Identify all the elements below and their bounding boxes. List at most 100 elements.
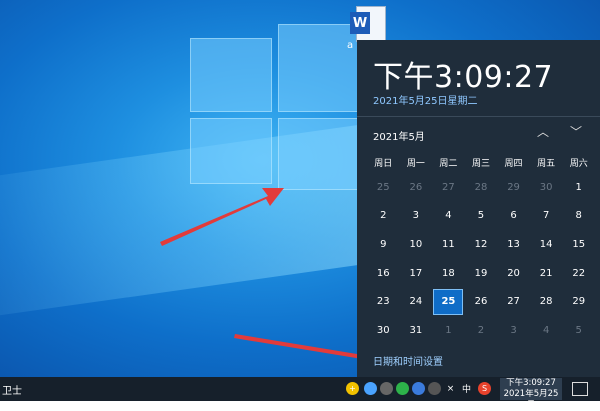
calendar-flyout: 下午3:09:27 2021年5月25日星期二 2021年5月 ︿ ﹀ 周日 周一…: [357, 40, 600, 377]
calendar-day-number: 17: [409, 267, 423, 279]
calendar-day[interactable]: 4: [530, 316, 563, 345]
calendar-day[interactable]: 27: [432, 173, 465, 202]
calendar-day-number: 22: [572, 267, 586, 279]
calendar-day[interactable]: 16: [367, 259, 400, 288]
calendar-day[interactable]: 1: [432, 316, 465, 345]
calendar-day[interactable]: 9: [367, 230, 400, 259]
taskbar-app-label[interactable]: 卫士: [2, 382, 22, 397]
calendar-day-number: 18: [442, 267, 455, 279]
calendar-day-number: 10: [409, 238, 423, 250]
taskbar-clock[interactable]: 下午3:09:27 2021年5月25日: [500, 378, 562, 410]
calendar-day[interactable]: 5: [562, 316, 595, 345]
calendar-day-number: 4: [542, 324, 550, 336]
weekday-header: 周日 周一 周二 周三 周四 周五 周六: [367, 156, 595, 169]
calendar-day[interactable]: 7: [530, 202, 563, 231]
full-date-link[interactable]: 2021年5月25日星期二: [373, 92, 478, 107]
calendar-day-number: 30: [376, 324, 390, 336]
calendar-day[interactable]: 11: [432, 230, 465, 259]
chevron-up-icon[interactable]: ︿: [535, 124, 551, 140]
calendar-day[interactable]: 28: [465, 173, 498, 202]
security-tray-icon[interactable]: +: [346, 382, 359, 395]
calendar-day[interactable]: 21: [530, 259, 563, 288]
calendar-grid: 25 26 27 28 29 30 1 2 3 4 5 6 7 8 9 10 11 12 13 14 15 16 17 18 1…: [367, 173, 595, 345]
calendar-day[interactable]: 17: [400, 259, 433, 288]
calendar-day[interactable]: 26: [465, 287, 498, 316]
calendar-day[interactable]: 19: [465, 259, 498, 288]
shield-tray-icon[interactable]: [364, 382, 377, 395]
user-tray-icon[interactable]: [380, 382, 393, 395]
calendar-day[interactable]: 12: [465, 230, 498, 259]
calendar-day-number: 28: [539, 296, 553, 308]
calendar-day[interactable]: 29: [562, 287, 595, 316]
calendar-day-number: 4: [445, 210, 452, 222]
calendar-day[interactable]: 22: [562, 259, 595, 288]
calendar-day[interactable]: 10: [400, 230, 433, 259]
calendar-day[interactable]: 13: [497, 230, 530, 259]
calendar-day-number: 20: [507, 267, 520, 279]
speaker-tray-icon[interactable]: [428, 382, 441, 395]
calendar-day[interactable]: 2: [465, 316, 498, 345]
calendar-day-number: 30: [539, 181, 553, 193]
calendar-day-number: 14: [539, 238, 553, 250]
calendar-day-number: 6: [510, 210, 517, 222]
calendar-day[interactable]: 25: [367, 173, 400, 202]
calendar-day[interactable]: 30: [530, 173, 563, 202]
calendar-day[interactable]: 3: [497, 316, 530, 345]
calendar-day-number: 2: [380, 210, 387, 222]
calendar-day[interactable]: 27: [497, 287, 530, 316]
wechat-tray-icon[interactable]: [396, 382, 409, 395]
calendar-day-number: 5: [575, 324, 582, 336]
date-time-settings-link[interactable]: 日期和时间设置: [373, 353, 443, 368]
weekday-label: 周六: [569, 159, 588, 169]
big-clock: 下午3:09:27: [373, 60, 554, 95]
calendar-day[interactable]: 1: [562, 173, 595, 202]
taskbar: 卫士 + × 中 S 下午3:09:27 2021年5月25日: [0, 377, 600, 410]
calendar-day-number: 21: [539, 267, 553, 279]
calendar-day[interactable]: 20: [497, 259, 530, 288]
weekday-label: 周一: [406, 159, 425, 169]
chevron-down-icon[interactable]: ﹀: [568, 124, 584, 140]
calendar-day-number: 29: [507, 181, 520, 193]
network-tray-icon[interactable]: [412, 382, 425, 395]
volume-icon[interactable]: ×: [444, 382, 457, 395]
calendar-day-number: 16: [376, 267, 390, 279]
calendar-day-number: 15: [572, 238, 586, 250]
divider: [357, 116, 600, 117]
weekday-label: 周四: [504, 159, 523, 169]
ime-indicator[interactable]: 中: [460, 382, 473, 395]
calendar-day[interactable]: 18: [432, 259, 465, 288]
calendar-day-number: 25: [376, 181, 390, 193]
calendar-day-number: 11: [442, 238, 455, 250]
calendar-day-number: 3: [510, 324, 517, 336]
calendar-day[interactable]: 2: [367, 202, 400, 231]
month-title[interactable]: 2021年5月: [373, 128, 425, 143]
calendar-day[interactable]: 31: [400, 316, 433, 345]
calendar-day-number: 29: [572, 296, 586, 308]
taskbar-time: 下午3:09:27: [506, 378, 556, 388]
weekday-label: 周二: [439, 159, 458, 169]
calendar-day[interactable]: 15: [562, 230, 595, 259]
calendar-day[interactable]: 28: [530, 287, 563, 316]
calendar-day-number: 3: [412, 210, 420, 222]
calendar-day[interactable]: 29: [497, 173, 530, 202]
weekday-label: 周五: [537, 159, 556, 169]
calendar-day[interactable]: 23: [367, 287, 400, 316]
calendar-day-number: 27: [507, 296, 520, 308]
notification-icon[interactable]: [572, 382, 588, 396]
calendar-day[interactable]: 6: [497, 202, 530, 231]
sogou-ime-icon[interactable]: S: [478, 382, 491, 395]
calendar-day[interactable]: 30: [367, 316, 400, 345]
calendar-day[interactable]: 4: [432, 202, 465, 231]
calendar-day-number: 23: [376, 296, 390, 308]
calendar-day[interactable]: 26: [400, 173, 433, 202]
calendar-day-today[interactable]: 25: [432, 287, 465, 316]
calendar-day[interactable]: 3: [400, 202, 433, 231]
weekday-label: 周日: [374, 159, 393, 169]
calendar-day[interactable]: 8: [562, 202, 595, 231]
weekday-label: 周三: [471, 159, 490, 169]
calendar-day-number: 1: [575, 181, 582, 193]
calendar-day[interactable]: 14: [530, 230, 563, 259]
calendar-day[interactable]: 5: [465, 202, 498, 231]
calendar-day-number: 12: [474, 238, 488, 250]
calendar-day[interactable]: 24: [400, 287, 433, 316]
